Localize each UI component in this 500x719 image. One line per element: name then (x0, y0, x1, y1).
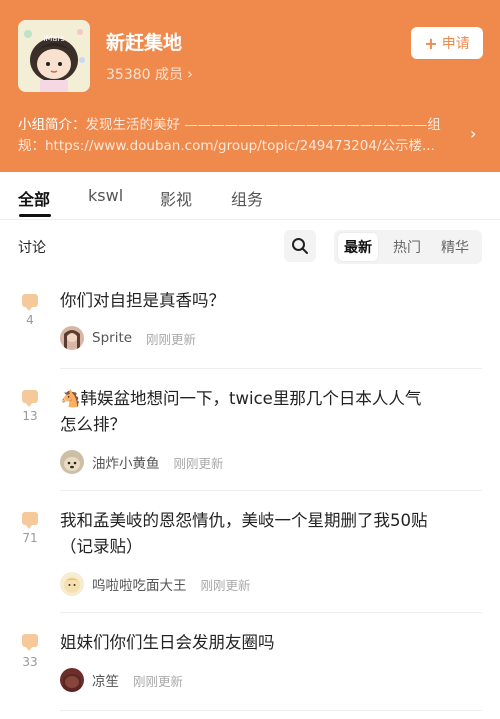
reply-count: 13 (22, 409, 38, 423)
search-icon (292, 238, 308, 254)
member-count-link[interactable]: 35380 成员 › (106, 64, 193, 84)
member-count: 35380 成员 (106, 67, 183, 83)
group-intro[interactable]: 小组简介：发现生活的美好 ——————————————————组 规：https… (18, 115, 466, 159)
topic-title[interactable]: 姐妹们你们生日会发朋友圈吗 (60, 630, 490, 656)
comment-bubble-icon (22, 390, 38, 407)
tab-all[interactable]: 全部 (18, 186, 50, 210)
topic-author[interactable]: 油炸小黄鱼 刚刚更新 (60, 450, 224, 474)
tab-kswl[interactable]: kswl (88, 186, 123, 205)
author-name: 油炸小黄鱼 (92, 456, 160, 472)
divider (60, 612, 482, 613)
intro-label: 小组简介： (18, 117, 86, 133)
author-avatar[interactable] (60, 326, 84, 350)
reply-count: 33 (22, 655, 38, 669)
sort-toggle: 最新 热门 精华 (334, 230, 482, 264)
divider (60, 368, 482, 369)
active-tab-indicator (19, 214, 51, 217)
search-button[interactable] (284, 230, 316, 262)
update-time: 刚刚更新 (146, 331, 197, 347)
author-avatar[interactable] (60, 668, 84, 692)
group-title: 新赶集地 (106, 32, 183, 54)
plus-icon: + (424, 33, 438, 53)
group-header: iMars 新赶集地 35380 成员 › + 申请 小组简介：发现生活的美好 … (0, 0, 500, 172)
sort-featured[interactable]: 精华 (441, 237, 469, 257)
chevron-right-icon[interactable]: › (470, 124, 476, 143)
comment-bubble-icon (22, 634, 38, 651)
topic-author[interactable]: Sprite 刚刚更新 (60, 326, 196, 350)
divider (60, 710, 482, 711)
svg-text:iMars: iMars (43, 34, 64, 43)
discussion-bar: 讨论 最新 热门 精华 (0, 226, 500, 266)
tab-group-affairs[interactable]: 组务 (231, 186, 263, 210)
apply-button-label: 申请 (441, 36, 470, 52)
reply-count: 71 (22, 531, 38, 545)
intro-text: 发现生活的美好 ——————————————————组 (85, 117, 441, 133)
author-avatar[interactable] (60, 450, 84, 474)
author-name: 凉笙 (92, 674, 119, 690)
update-time: 刚刚更新 (133, 673, 184, 689)
horse-emoji-icon: 🐴 (60, 389, 81, 408)
group-avatar[interactable]: iMars (18, 20, 90, 92)
sort-latest[interactable]: 最新 (338, 233, 378, 261)
author-avatar[interactable] (60, 572, 84, 596)
intro-text-line2: 规：https://www.douban.com/group/topic/249… (18, 138, 435, 154)
tab-movies[interactable]: 影视 (160, 186, 192, 210)
comment-bubble-icon (22, 512, 38, 529)
comment-bubble-icon (22, 294, 38, 311)
topic-title[interactable]: 你们对自担是真香吗？ (60, 288, 490, 314)
chevron-right-icon: › (187, 65, 193, 83)
author-name: 呜啦啦吃面大王 (92, 578, 187, 594)
author-name: Sprite (92, 330, 133, 346)
update-time: 刚刚更新 (200, 577, 251, 593)
topic-title[interactable]: 我和孟美岐的恩怨情仇，美岐一个星期删了我50贴 （记录贴） (60, 508, 490, 560)
apply-join-button[interactable]: + 申请 (411, 27, 483, 59)
divider (60, 490, 482, 491)
reply-count: 4 (26, 313, 34, 327)
topic-author[interactable]: 呜啦啦吃面大王 刚刚更新 (60, 572, 251, 596)
topic-title[interactable]: 🐴韩娱盆地想问一下，twice里那几个日本人人气 怎么排？ (60, 386, 490, 438)
topic-tabs: 全部 kswl 影视 组务 (0, 172, 500, 220)
sort-hot[interactable]: 热门 (393, 237, 421, 257)
section-title: 讨论 (18, 240, 46, 256)
topic-author[interactable]: 凉笙 刚刚更新 (60, 668, 183, 692)
update-time: 刚刚更新 (173, 455, 224, 471)
